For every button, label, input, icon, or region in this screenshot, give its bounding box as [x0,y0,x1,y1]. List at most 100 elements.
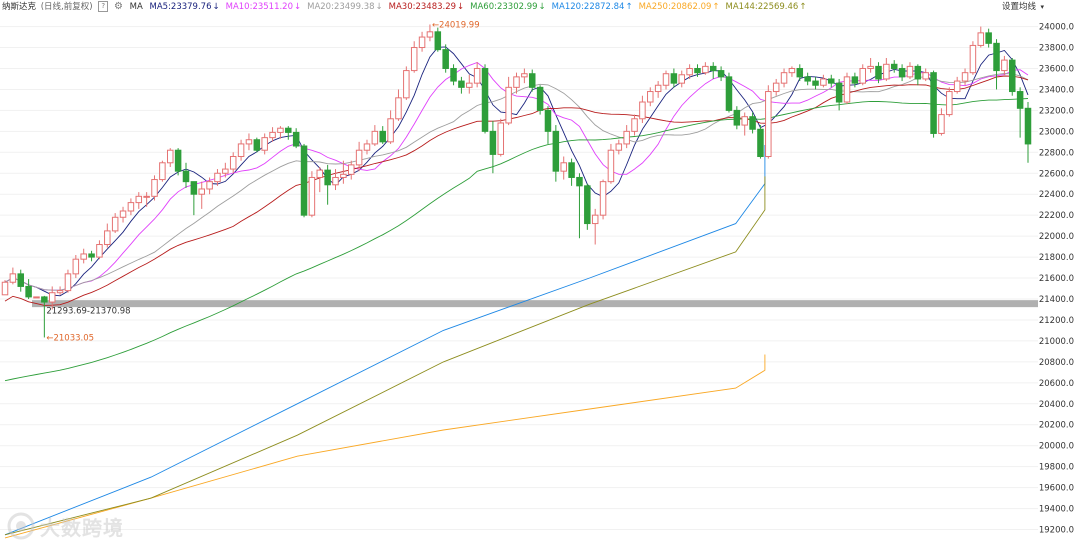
candle [890,60,898,73]
candle [867,58,874,73]
candle [780,68,788,88]
candle [403,66,410,100]
candle [647,87,654,107]
candle-body [159,162,166,181]
candle [387,110,394,144]
logo-circle-icon [7,512,35,540]
candle-body [867,65,874,69]
candle [576,173,583,239]
candle-body [426,31,434,38]
candles [1,24,1032,338]
candle-body [584,185,591,225]
y-tick-label: 22800.0 [1039,148,1074,158]
candle [64,269,72,293]
candle-body [725,76,733,111]
candle [80,248,87,264]
candle-body [859,67,867,84]
candle [489,120,497,174]
y-tick-label: 23200.0 [1039,106,1074,116]
candle [229,152,237,174]
candle-body [639,101,646,120]
candle [127,198,135,216]
candle [591,208,599,245]
ma-line-ma60 [4,98,1029,382]
candle-body [261,137,268,151]
candle [1024,102,1032,163]
candle [828,74,835,88]
candle [639,95,646,123]
candle-body [64,273,72,292]
candle [843,72,851,105]
candle-body [906,65,914,78]
candle-body [174,149,182,172]
candle-body [702,65,709,74]
y-tick-label: 21600.0 [1039,274,1074,284]
candle [772,78,780,96]
candle-body [292,131,300,147]
candle-body [513,76,520,88]
candle [72,254,80,279]
candle [332,169,339,191]
y-tick-label: 22400.0 [1039,190,1074,200]
candle-body [48,292,56,303]
candle-body [804,76,811,82]
candle [56,286,64,295]
y-tick-label: 20800.0 [1039,358,1074,368]
candle-body [662,73,670,86]
candle-body [977,32,985,46]
candle [497,118,505,157]
candle-body [316,169,324,178]
candle [930,70,937,138]
candle-body [765,91,772,158]
candle [1009,58,1016,96]
candle [859,64,867,86]
y-tick-label: 20200.0 [1039,421,1074,431]
candle-body [245,139,253,145]
candle-body [379,130,386,143]
candle [906,62,914,79]
y-tick-label: 21400.0 [1039,295,1074,305]
candle [88,250,95,262]
candle-body [473,67,481,84]
candle-body [340,173,347,178]
y-tick-label: 24000.0 [1039,23,1074,33]
candle [623,125,630,149]
ma-line-ma10 [4,61,1029,291]
annotation-label: 21293.69-21370.98 [46,307,130,317]
gap-band-rect [32,300,1038,308]
candle [757,125,764,159]
candle [654,81,662,98]
candle-body [678,74,686,84]
candle [765,85,772,159]
candle-body [875,65,882,80]
candle [25,279,32,300]
candle-body [568,162,575,178]
candle-body [576,176,583,187]
candle-body [466,82,473,88]
y-tick-label: 19800.0 [1039,463,1074,473]
candle [599,179,607,220]
annotation-label: ←21033.05 [46,333,94,343]
candle-body [812,80,819,86]
candle-body [521,73,528,78]
candle-body [851,76,859,84]
candle-body [946,91,953,116]
candle-body [96,244,103,258]
candle-body [898,67,906,78]
candle-body [166,149,174,164]
candle [450,64,457,86]
y-tick-label: 21200.0 [1039,316,1074,326]
y-tick-label: 21000.0 [1039,337,1074,347]
candle-body [796,67,804,78]
candle-body [749,116,756,130]
candle-body [497,122,505,155]
candlestick-chart: 24000.0 23800.0 23600.0 23400.0 23200.0 23000… [0,20,1074,539]
candle-body [214,172,221,183]
candle [111,213,119,233]
candle-body [347,164,355,175]
candle [788,66,796,77]
candle-body [552,130,560,172]
candle [466,74,473,94]
candle [883,58,890,82]
candle [953,76,961,94]
